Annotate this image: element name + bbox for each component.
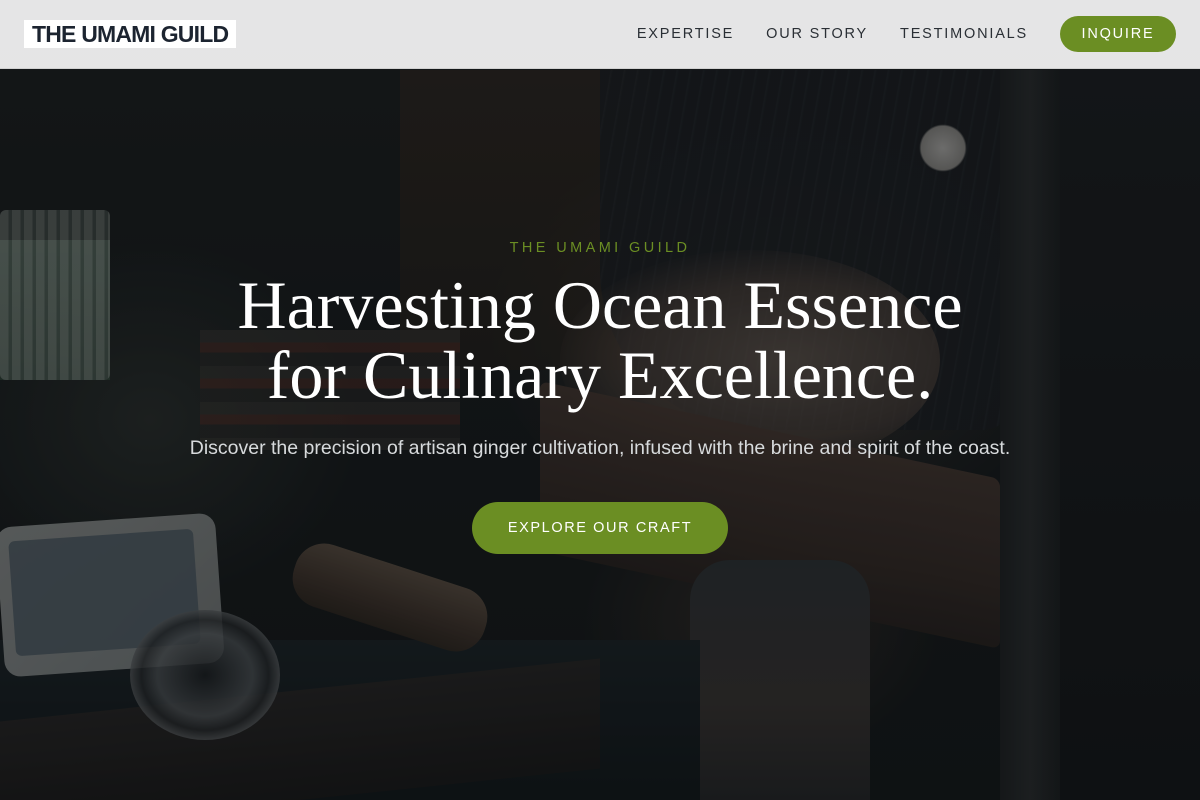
hero-eyebrow: THE UMAMI GUILD: [509, 240, 691, 256]
main-nav: EXPERTISE OUR STORY TESTIMONIALS INQUIRE: [637, 16, 1176, 52]
nav-link-our-story[interactable]: OUR STORY: [766, 26, 868, 42]
hero-content: THE UMAMI GUILD Harvesting Ocean Essence…: [0, 240, 1200, 554]
hero-subhead: Discover the precision of artisan ginger…: [189, 437, 1011, 459]
site-logo[interactable]: THE UMAMI GUILD: [24, 20, 237, 48]
nav-link-testimonials[interactable]: TESTIMONIALS: [900, 26, 1028, 42]
hero-headline: Harvesting Ocean Essence for Culinary Ex…: [0, 270, 1200, 410]
hero-headline-line-2: for Culinary Excellence.: [266, 337, 934, 413]
hero-headline-line-1: Harvesting Ocean Essence: [237, 267, 963, 343]
inquire-button[interactable]: INQUIRE: [1060, 16, 1176, 52]
explore-our-craft-button[interactable]: EXPLORE OUR CRAFT: [472, 502, 728, 554]
nav-link-expertise[interactable]: EXPERTISE: [637, 26, 734, 42]
site-header: THE UMAMI GUILD EXPERTISE OUR STORY TEST…: [0, 0, 1200, 69]
